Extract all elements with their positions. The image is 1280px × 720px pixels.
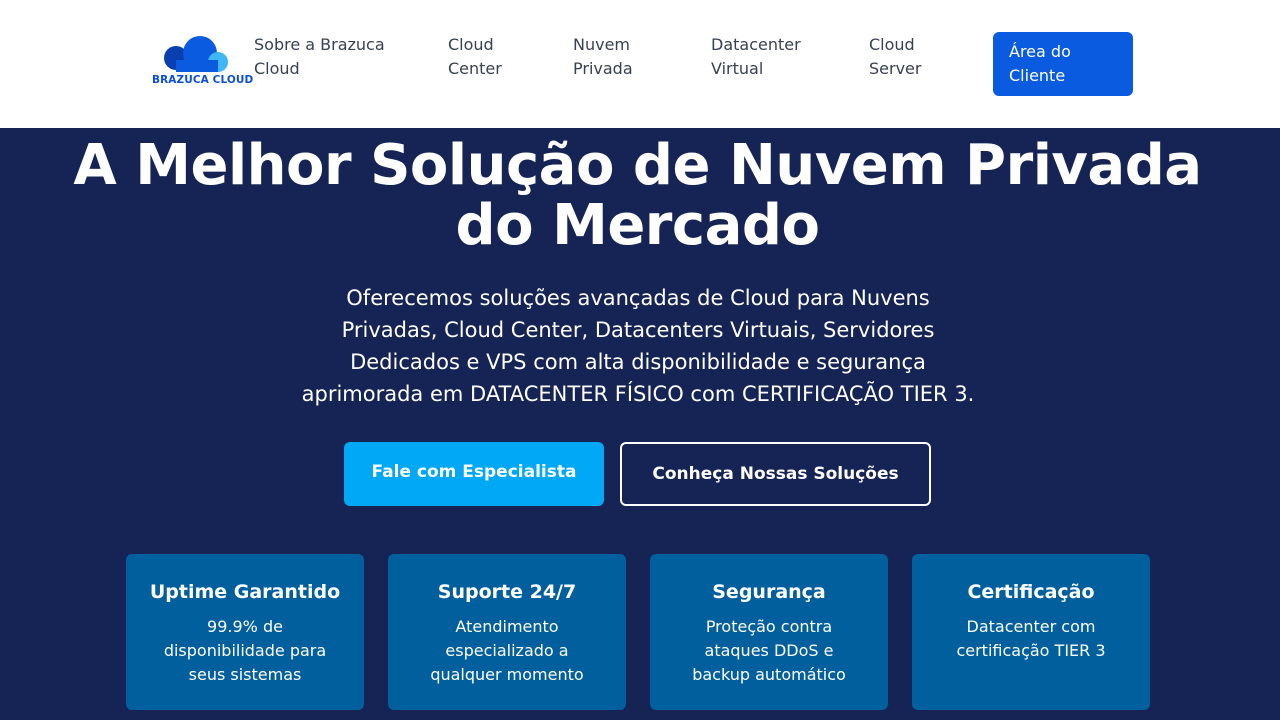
hero-title-line-1: A Melhor Solução de Nuvem Privada (73, 133, 1202, 198)
client-area-button[interactable]: Área do Cliente (993, 32, 1133, 96)
navbar: BRAZUCA CLOUD Sobre a Brazuca Cloud Clou… (0, 0, 1280, 128)
cloud-icon (164, 36, 228, 72)
feature-card-security: Segurança Proteção contra ataques DDoS e… (650, 554, 888, 710)
our-solutions-button[interactable]: Conheça Nossas Soluções (620, 442, 931, 506)
nav-link-cloud-server[interactable]: Cloud Server (869, 33, 921, 81)
nav-link-cloud-center[interactable]: Cloud Center (448, 33, 502, 81)
talk-to-specialist-button[interactable]: Fale com Especialista (344, 442, 604, 506)
feature-card-title: Uptime Garantido (149, 581, 341, 603)
hero-title: A Melhor Solução de Nuvem Privada do Mer… (0, 136, 1275, 256)
feature-card-text: Proteção contra ataques DDoS e backup au… (692, 617, 846, 684)
nav-link-nuvem-privada[interactable]: Nuvem Privada (573, 33, 633, 81)
feature-card-title: Segurança (712, 581, 826, 603)
hero-title-line-2: do Mercado (455, 193, 820, 258)
brand-logo[interactable]: BRAZUCA CLOUD (152, 36, 253, 86)
hero-subtitle: Oferecemos soluções avançadas de Cloud p… (301, 286, 975, 406)
feature-card-title: Certificação (967, 581, 1095, 603)
nav-link-sobre[interactable]: Sobre a Brazuca Cloud (254, 33, 385, 81)
feature-card-text: 99.9% de disponibilidade para seus siste… (163, 617, 327, 684)
feature-card-text: Datacenter com certificação TIER 3 (956, 617, 1106, 660)
feature-card-title: Suporte 24/7 (437, 581, 577, 603)
nav-link-datacenter-virtual[interactable]: Datacenter Virtual (711, 33, 801, 81)
feature-card-text: Atendimento especializado a qualquer mom… (430, 617, 584, 684)
feature-card-uptime: Uptime Garantido 99.9% de disponibilidad… (126, 554, 364, 710)
feature-card-certification: Certificação Datacenter com certificação… (912, 554, 1150, 710)
logo-text: BRAZUCA CLOUD (152, 74, 254, 86)
feature-card-support: Suporte 24/7 Atendimento especializado a… (388, 554, 626, 710)
